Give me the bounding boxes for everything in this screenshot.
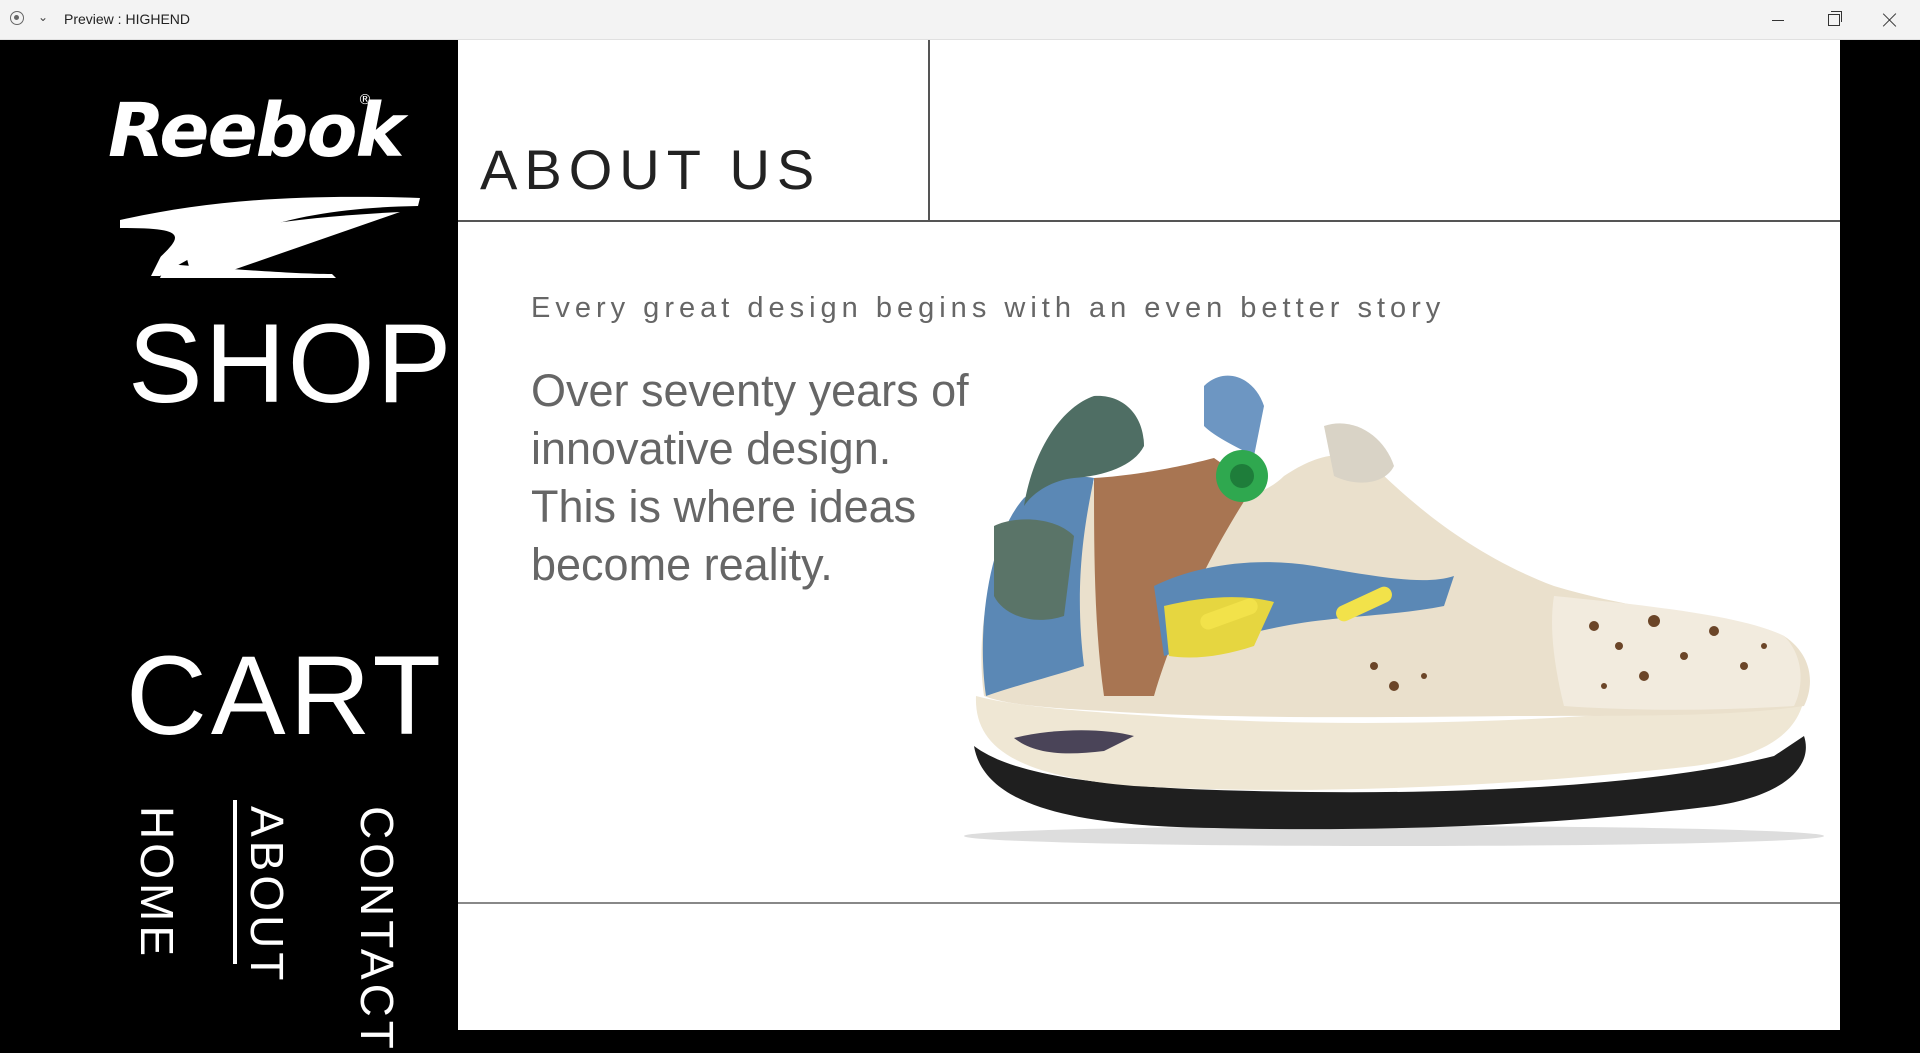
active-indicator (233, 800, 237, 964)
nav-home[interactable]: HOME (131, 806, 183, 960)
header-box: ABOUT US (458, 40, 930, 222)
app-icon[interactable] (10, 11, 24, 25)
restore-icon (1828, 11, 1842, 26)
header-divider (930, 220, 1840, 222)
restore-button[interactable] (1806, 0, 1862, 40)
nav-contact[interactable]: CONTACT (351, 806, 403, 1053)
sneaker-image (964, 375, 1824, 846)
minimize-button[interactable] (1750, 0, 1806, 40)
logo-vector-icon (120, 196, 420, 278)
body-line: This is where ideas (531, 481, 917, 532)
close-icon (1883, 13, 1897, 27)
page-title: ABOUT US (480, 138, 822, 201)
body-line: innovative design. (531, 423, 892, 474)
right-margin (1840, 40, 1920, 1030)
body-line: Over seventy years of (531, 365, 969, 416)
tagline: Every great design begins with an even b… (531, 292, 1446, 324)
nav-about[interactable]: ABOUT (241, 806, 293, 984)
minimize-icon (1772, 19, 1784, 21)
chevron-down-icon[interactable]: ⌄ (38, 10, 48, 24)
about-body-text: Over seventy years of innovative design.… (531, 362, 991, 594)
close-button[interactable] (1862, 0, 1918, 40)
bottom-divider (458, 902, 1840, 904)
sidebar: Reebok ® SHOP CART HOME ABOUT CONTACT (0, 40, 458, 1053)
nav-cart[interactable]: CART (126, 640, 445, 752)
window-titlebar: ⌄ Preview : HIGHEND (0, 0, 1920, 40)
main-panel: ABOUT US Every great design begins with … (458, 40, 1840, 1030)
nav-shop[interactable]: SHOP (128, 308, 453, 420)
reebok-logo[interactable]: Reebok ® (100, 88, 430, 278)
window-title: Preview : HIGHEND (64, 11, 191, 27)
body-line: become reality. (531, 539, 833, 590)
